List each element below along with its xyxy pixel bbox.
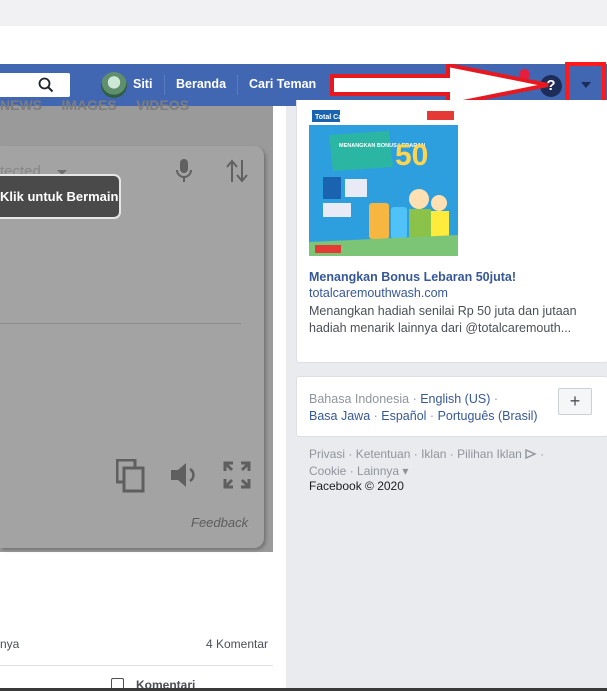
account-menu-caret-icon[interactable] <box>581 82 591 88</box>
play-tooltip: Klik untuk Bermain <box>0 176 119 217</box>
footer-ads-link[interactable]: Iklan <box>421 447 446 461</box>
search-tabs-fragment: NEWS IMAGES VIDEOS <box>0 97 190 113</box>
footer-more-link[interactable]: Lainnya <box>357 464 399 478</box>
divider <box>0 323 241 324</box>
add-language-button[interactable]: + <box>558 388 592 415</box>
microphone-icon[interactable] <box>174 158 194 184</box>
home-link[interactable]: Beranda <box>176 77 226 91</box>
footer-ad-choices-link[interactable]: Pilihan Iklan <box>457 447 522 461</box>
page-top-area <box>0 26 607 64</box>
footer-links-row-2: Cookie · Lainnya ▾ <box>309 464 409 478</box>
nav-separator <box>164 75 165 95</box>
ad-description[interactable]: Menangkan hadiah senilai Rp 50 juta dan … <box>309 303 594 337</box>
search-input[interactable] <box>0 73 70 97</box>
footer-terms-link[interactable]: Ketentuan <box>356 447 411 461</box>
language-dropdown-icon[interactable] <box>57 170 67 175</box>
language-portuguese[interactable]: Português (Brasil) <box>438 409 538 423</box>
nav-separator <box>237 75 238 95</box>
comments-count[interactable]: 4 Komentar <box>206 637 268 651</box>
ad-choices-icon[interactable] <box>525 448 537 459</box>
language-row-2: Basa Jawa · Español · Português (Brasil) <box>309 409 538 423</box>
current-language: Bahasa Indonesia <box>309 392 410 406</box>
footer-privacy-link[interactable]: Privasi <box>309 447 345 461</box>
language-spanish[interactable]: Español <box>381 409 426 423</box>
footer-links-row-1: Privasi · Ketentuan · Iklan · Pilihan Ik… <box>309 447 545 461</box>
language-row-1: Bahasa Indonesia · English (US) · <box>309 392 499 406</box>
profile-link[interactable]: Siti <box>133 77 152 91</box>
footer-more-caret-icon[interactable]: ▾ <box>399 464 408 478</box>
divider <box>0 665 273 666</box>
feedback-link[interactable]: Feedback <box>191 515 248 530</box>
avatar[interactable] <box>101 72 127 98</box>
ad-image[interactable]: Total Care MENANGKAN BONUS LEBARAN 50 <box>309 107 458 256</box>
fullscreen-icon[interactable] <box>223 461 251 489</box>
swap-icon[interactable] <box>226 158 248 184</box>
speaker-icon[interactable] <box>169 461 199 489</box>
language-english[interactable]: English (US) <box>420 392 490 406</box>
ad-brand-text: Total Care <box>315 114 349 121</box>
footer-cookie-link[interactable]: Cookie <box>309 464 346 478</box>
ad-domain-link[interactable]: totalcaremouthwash.com <box>309 286 448 300</box>
copyright: Facebook © 2020 <box>309 479 404 493</box>
browser-top-strip <box>0 0 607 26</box>
find-friends-link[interactable]: Cari Teman <box>249 77 316 91</box>
language-javanese[interactable]: Basa Jawa <box>309 409 370 423</box>
copy-icon[interactable] <box>116 459 146 493</box>
ad-amount-text: 50 <box>395 139 428 172</box>
likes-fragment[interactable]: nya <box>0 637 19 651</box>
search-icon[interactable] <box>38 77 54 93</box>
ad-title-link[interactable]: Menangkan Bonus Lebaran 50juta! <box>309 270 516 284</box>
